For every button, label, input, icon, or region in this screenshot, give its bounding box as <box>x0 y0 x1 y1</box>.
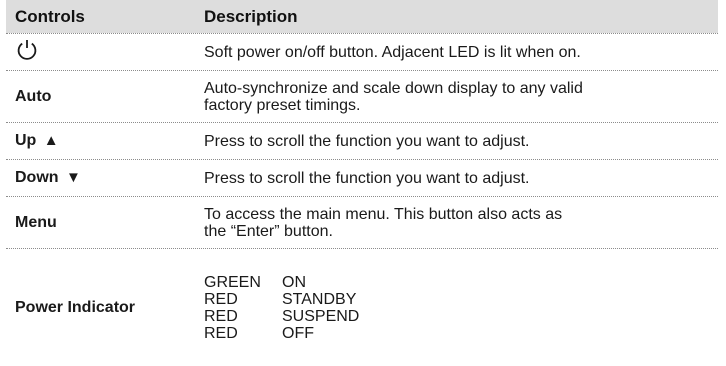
description-cell: GREEN ON RED STANDBY RED SUSPEND RED OFF <box>196 274 718 342</box>
table-row: Menu To access the main menu. This butto… <box>6 196 718 248</box>
up-arrow-icon: ▲ <box>43 132 59 149</box>
control-cell: Up ▲ <box>6 132 196 150</box>
description-cell: Press to scroll the function you want to… <box>204 132 530 150</box>
table-row: Power Indicator GREEN ON RED STANDBY RED… <box>6 248 718 366</box>
control-label: Menu <box>15 213 57 231</box>
control-cell: Down ▼ <box>6 169 196 187</box>
description-cell: Press to scroll the function you want to… <box>204 169 530 187</box>
led-color: RED <box>204 290 238 308</box>
control-label: Power Indicator <box>15 298 136 316</box>
table-row: Soft power on/off button. Adjacent LED i… <box>6 33 718 70</box>
led-color: RED <box>204 307 238 325</box>
control-label: Up <box>15 132 37 149</box>
table-row: Auto Auto-synchronize and scale down dis… <box>6 70 718 122</box>
control-label: Down <box>15 169 59 186</box>
description-line: factory preset timings. <box>204 96 361 114</box>
description-cell: To access the main menu. This button als… <box>196 206 718 240</box>
description-line: To access the main menu. This button als… <box>204 205 563 223</box>
led-status: OFF <box>282 324 314 342</box>
description-cell: Auto-synchronize and scale down display … <box>196 80 718 114</box>
led-state-list: GREEN ON RED STANDBY RED SUSPEND RED OFF <box>204 274 718 342</box>
power-icon <box>15 38 39 62</box>
header-controls: Controls <box>15 6 85 26</box>
description-line: the “Enter” button. <box>204 222 333 240</box>
led-status: SUSPEND <box>282 307 360 325</box>
header-description: Description <box>204 6 298 26</box>
control-cell <box>6 38 196 67</box>
description-line: Auto-synchronize and scale down display … <box>204 79 583 97</box>
table-row: Down ▼ Press to scroll the function you … <box>6 159 718 196</box>
led-status: ON <box>282 273 306 291</box>
controls-table: Controls Description Soft power on/off b… <box>6 0 718 366</box>
table-header: Controls Description <box>6 0 718 33</box>
table-row: Up ▲ Press to scroll the function you wa… <box>6 122 718 159</box>
down-arrow-icon: ▼ <box>66 169 81 186</box>
description-cell: Soft power on/off button. Adjacent LED i… <box>204 43 581 61</box>
led-color: RED <box>204 324 238 342</box>
control-label: Auto <box>15 87 52 105</box>
led-color: GREEN <box>204 273 261 291</box>
led-status: STANDBY <box>282 290 357 308</box>
